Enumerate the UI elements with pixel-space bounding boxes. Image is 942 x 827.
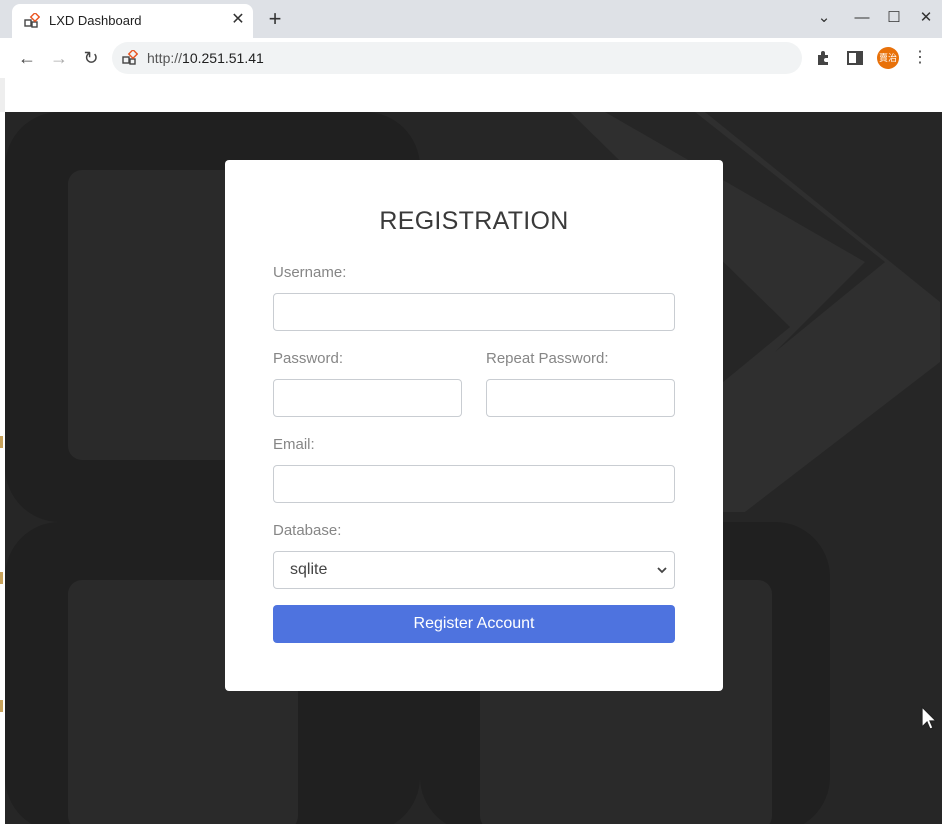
password-input[interactable]	[273, 379, 462, 417]
site-info-icon[interactable]	[122, 50, 138, 66]
browser-tab[interactable]: LXD Dashboard ✕	[12, 4, 253, 38]
forward-icon[interactable]: →	[47, 46, 71, 70]
address-bar[interactable]: http://10.251.51.41	[112, 42, 802, 74]
email-input[interactable]	[273, 465, 675, 503]
username-label: Username:	[273, 264, 347, 281]
profile-avatar[interactable]: 賣治	[877, 47, 899, 69]
repeat-password-label: Repeat Password:	[486, 350, 609, 367]
edge-marker	[0, 436, 3, 448]
url-text: http://10.251.51.41	[147, 50, 264, 66]
back-icon[interactable]: ←	[15, 46, 39, 70]
lxd-favicon-icon	[24, 13, 40, 28]
url-host: 10.251.51.41	[182, 50, 264, 66]
register-account-button[interactable]: Register Account	[273, 605, 675, 643]
edge-marker	[0, 700, 3, 712]
new-tab-button[interactable]: +	[264, 8, 286, 31]
username-input[interactable]	[273, 293, 675, 331]
email-label: Email:	[273, 436, 315, 453]
minimize-icon[interactable]: —	[852, 8, 872, 28]
repeat-password-input[interactable]	[486, 379, 675, 417]
page-title: REGISTRATION	[379, 207, 569, 235]
url-scheme: http://	[147, 50, 183, 66]
puzzle-icon[interactable]	[812, 46, 836, 70]
reload-icon[interactable]: ↻	[79, 46, 103, 70]
side-panel-icon[interactable]	[843, 46, 867, 70]
browser-toolbar: ← → ↻ http://10.251.51.41 ⋮	[0, 38, 942, 78]
chevron-down-icon	[657, 567, 667, 574]
close-window-icon[interactable]: ✕	[916, 8, 936, 28]
tab-strip: LXD Dashboard ✕ + ⌄ — ☐ ✕	[0, 0, 942, 38]
database-selected-value: sqlite	[290, 561, 328, 578]
tab-title: LXD Dashboard	[49, 13, 142, 28]
tab-close-icon[interactable]: ✕	[229, 11, 247, 29]
password-label: Password:	[273, 350, 344, 367]
tab-search-icon[interactable]: ⌄	[814, 8, 834, 28]
bookmark-bar	[0, 78, 942, 112]
registration-card: REGISTRATION Username: Password: Repeat …	[225, 160, 723, 691]
maximize-icon[interactable]: ☐	[884, 8, 904, 28]
database-select[interactable]: sqlite	[273, 551, 675, 589]
edge-marker	[0, 572, 3, 584]
database-label: Database:	[273, 522, 342, 539]
mouse-cursor-icon	[921, 705, 938, 730]
menu-icon[interactable]: ⋮	[908, 46, 932, 70]
